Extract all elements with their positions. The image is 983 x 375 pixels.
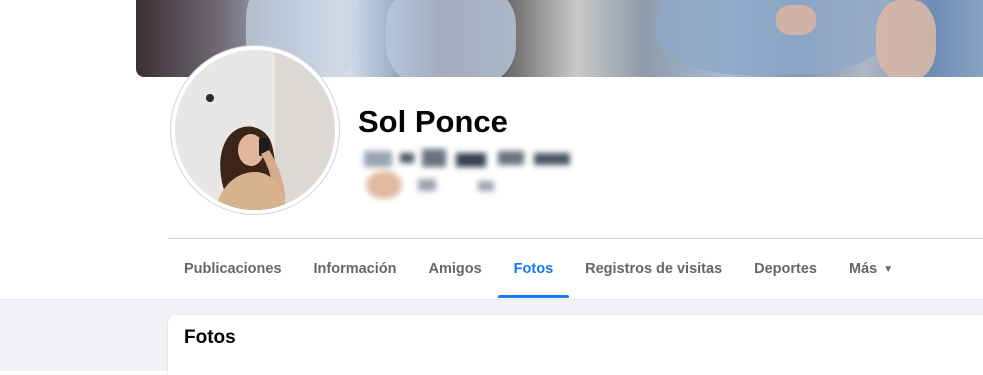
tab-label: Más: [849, 261, 878, 277]
tabs-divider: [168, 238, 983, 239]
tab-label: Amigos: [428, 261, 482, 277]
tab-registros-de-visitas[interactable]: Registros de visitas: [569, 240, 738, 298]
avatar-photo: [175, 50, 335, 210]
profile-tabs: Publicaciones Información Amigos Fotos R…: [168, 240, 909, 298]
tab-label: Deportes: [754, 261, 817, 277]
tab-publicaciones[interactable]: Publicaciones: [168, 240, 298, 298]
tab-label: Fotos: [513, 261, 554, 277]
blurred-subtitle: [364, 149, 570, 199]
tab-fotos[interactable]: Fotos: [497, 240, 570, 298]
photos-section-title: Fotos: [184, 327, 236, 348]
avatar: [175, 50, 335, 210]
profile-name: Sol Ponce: [358, 104, 508, 139]
photos-card: Fotos: [168, 315, 983, 375]
tab-label: Información: [313, 261, 397, 277]
tab-mas[interactable]: Más ▼: [833, 240, 909, 298]
profile-picture[interactable]: [171, 46, 339, 214]
tab-amigos[interactable]: Amigos: [413, 240, 498, 298]
tab-label: Publicaciones: [184, 261, 282, 277]
tab-informacion[interactable]: Información: [298, 240, 413, 298]
tab-label: Registros de visitas: [585, 261, 723, 277]
caret-down-icon: ▼: [883, 263, 894, 275]
tab-deportes[interactable]: Deportes: [738, 240, 833, 298]
